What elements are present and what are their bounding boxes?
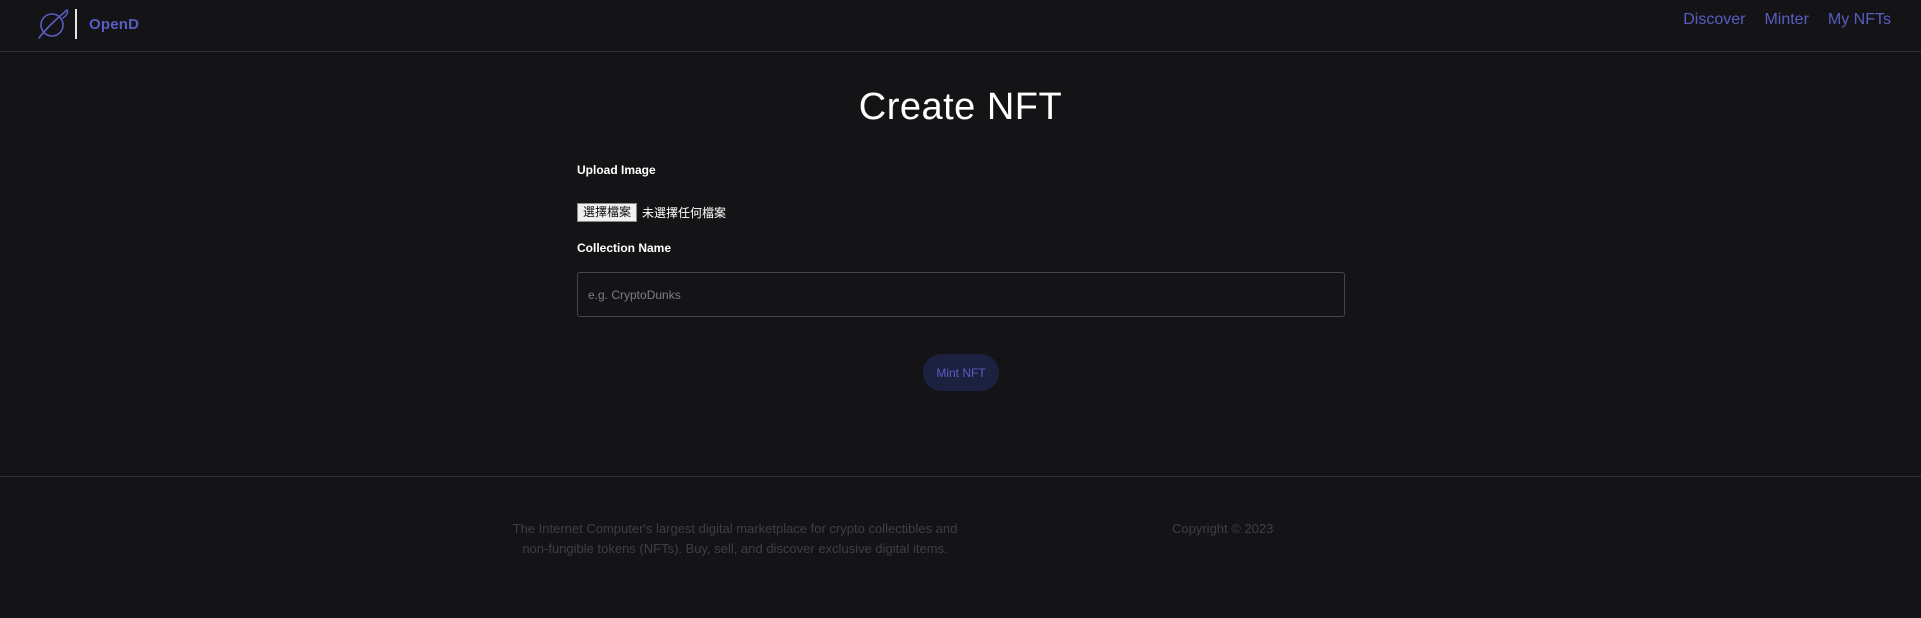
page-title: Create NFT xyxy=(858,86,1063,128)
file-input[interactable]: 選擇檔案 未選擇任何檔案 xyxy=(577,202,1345,222)
site-footer: The Internet Computer's largest digital … xyxy=(0,476,1921,618)
choose-file-button[interactable]: 選擇檔案 xyxy=(577,202,638,222)
collection-name-input[interactable] xyxy=(577,272,1345,317)
planet-ring-icon xyxy=(38,9,69,39)
logo-link[interactable]: OpenD xyxy=(36,4,139,44)
create-nft-form: Upload Image 選擇檔案 未選擇任何檔案 Collection Nam… xyxy=(577,163,1345,317)
upload-image-label: Upload Image xyxy=(577,163,656,177)
nav-my-nfts-link[interactable]: My NFTs xyxy=(1828,11,1891,29)
collection-name-label: Collection Name xyxy=(577,241,672,255)
mint-nft-button[interactable]: Mint NFT xyxy=(923,354,999,391)
logo-divider xyxy=(75,9,77,39)
footer-description: The Internet Computer's largest digital … xyxy=(480,519,990,559)
main-nav: Discover Minter My NFTs xyxy=(1664,11,1891,29)
footer-copyright: Copyright © 2023 xyxy=(1172,521,1274,536)
nav-discover-link[interactable]: Discover xyxy=(1683,11,1745,29)
footer-description-line2: non-fungible tokens (NFTs). Buy, sell, a… xyxy=(522,541,948,556)
site-header: OpenD Discover Minter My NFTs xyxy=(0,0,1921,52)
file-status-text: 未選擇任何檔案 xyxy=(642,205,727,220)
nav-minter-link[interactable]: Minter xyxy=(1764,11,1808,29)
brand-name[interactable]: OpenD xyxy=(89,16,139,33)
footer-description-line1: The Internet Computer's largest digital … xyxy=(512,521,958,536)
